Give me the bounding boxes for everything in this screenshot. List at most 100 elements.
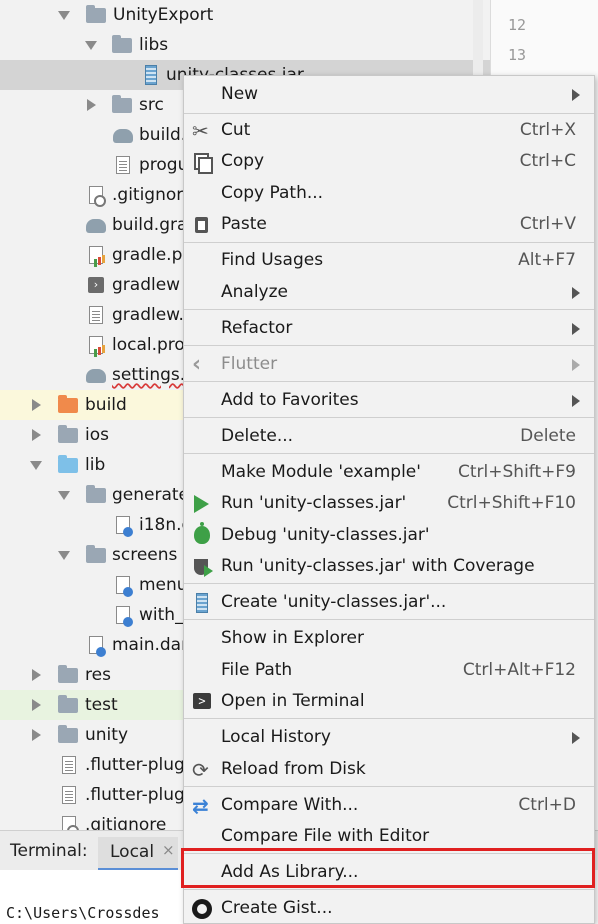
chevron-right-icon[interactable] bbox=[32, 729, 41, 741]
menu-item-file-path[interactable]: File Path Ctrl+Alt+F12 bbox=[184, 655, 594, 686]
paste-icon bbox=[192, 215, 212, 235]
tree-label: res bbox=[85, 665, 111, 685]
menu-separator bbox=[184, 786, 594, 787]
menu-item-delete[interactable]: Delete... Delete bbox=[184, 421, 594, 452]
menu-item-add-to-favorites[interactable]: Add to Favorites bbox=[184, 385, 594, 416]
menu-item-new[interactable]: New bbox=[184, 79, 594, 110]
menu-separator bbox=[184, 889, 594, 890]
coverage-icon bbox=[192, 557, 213, 577]
menu-item-copy-path[interactable]: Copy Path... bbox=[184, 178, 594, 209]
menu-separator bbox=[184, 113, 594, 114]
tree-label: screens bbox=[112, 545, 178, 565]
terminal-tab-label: Local bbox=[110, 842, 155, 862]
chevron-down-icon[interactable] bbox=[58, 491, 70, 500]
menu-item-make-module[interactable]: Make Module 'example' Ctrl+Shift+F9 bbox=[184, 457, 594, 488]
menu-item-compare-with[interactable]: ⇄ Compare With... Ctrl+D bbox=[184, 790, 594, 821]
dart-file-icon bbox=[116, 576, 133, 597]
menu-shortcut: Ctrl+V bbox=[519, 214, 576, 234]
line-number: 12 bbox=[508, 16, 527, 34]
menu-label: Refactor bbox=[221, 318, 293, 338]
tree-row-unityexport[interactable]: UnityExport bbox=[0, 0, 490, 30]
file-icon bbox=[89, 306, 103, 324]
menu-shortcut: Delete bbox=[520, 426, 576, 446]
tree-label: libs bbox=[139, 35, 169, 55]
tree-label: gradle.pr bbox=[112, 245, 190, 265]
tree-label: build. bbox=[139, 125, 187, 145]
chevron-down-icon[interactable] bbox=[30, 461, 42, 470]
menu-label: Cut bbox=[221, 120, 251, 140]
menu-item-flutter[interactable]: ‹ Flutter bbox=[184, 349, 594, 380]
menu-label: Reload from Disk bbox=[221, 759, 366, 779]
chevron-right-icon[interactable] bbox=[32, 699, 41, 711]
menu-shortcut: Alt+F7 bbox=[518, 250, 576, 270]
tree-label: gradlew bbox=[112, 275, 181, 295]
chevron-down-icon[interactable] bbox=[58, 551, 70, 560]
menu-item-debug[interactable]: Debug 'unity-classes.jar' bbox=[184, 520, 594, 551]
chevron-down-icon[interactable] bbox=[85, 41, 97, 50]
tree-label: .gitignore bbox=[85, 815, 167, 830]
folder-icon bbox=[58, 425, 78, 443]
menu-item-create-config[interactable]: Create 'unity-classes.jar'... bbox=[184, 587, 594, 618]
menu-label: Copy bbox=[221, 151, 265, 171]
menu-separator bbox=[184, 417, 594, 418]
properties-icon bbox=[89, 246, 105, 264]
terminal-file-icon: › bbox=[88, 277, 104, 293]
debug-icon bbox=[194, 522, 210, 544]
menu-label: Show in Explorer bbox=[221, 628, 364, 648]
tree-label: build.gra bbox=[112, 215, 188, 235]
folder-icon bbox=[58, 665, 78, 683]
menu-label: Open in Terminal bbox=[221, 691, 365, 711]
terminal-prompt: C:\Users\Crossdes bbox=[6, 904, 160, 922]
menu-item-find-usages[interactable]: Find Usages Alt+F7 bbox=[184, 245, 594, 276]
menu-item-run-with-coverage[interactable]: Run 'unity-classes.jar' with Coverage bbox=[184, 551, 594, 582]
folder-icon bbox=[112, 95, 132, 113]
folder-icon bbox=[86, 485, 106, 503]
chevron-down-icon[interactable] bbox=[58, 11, 70, 20]
gradle-icon bbox=[113, 129, 133, 143]
dart-file-icon bbox=[116, 606, 133, 627]
tree-label: .gitignore bbox=[112, 185, 194, 205]
tree-row-libs[interactable]: libs bbox=[0, 30, 490, 60]
chevron-right-icon[interactable] bbox=[32, 669, 41, 681]
tree-label: generate bbox=[112, 485, 190, 505]
properties-icon bbox=[89, 336, 105, 354]
copy-icon bbox=[192, 152, 213, 174]
menu-item-create-gist[interactable]: Create Gist... bbox=[184, 893, 594, 924]
terminal-tab-local[interactable]: Local × bbox=[98, 837, 178, 871]
jar-config-icon bbox=[196, 593, 208, 613]
terminal-title: Terminal: bbox=[10, 841, 88, 861]
terminal-icon: > bbox=[193, 693, 211, 709]
menu-item-show-in-explorer[interactable]: Show in Explorer bbox=[184, 623, 594, 654]
menu-label: Add to Favorites bbox=[221, 390, 359, 410]
menu-item-open-in-terminal[interactable]: > Open in Terminal bbox=[184, 686, 594, 717]
chevron-right-icon[interactable] bbox=[32, 399, 41, 411]
menu-label: Compare File with Editor bbox=[221, 826, 430, 846]
submenu-arrow-icon bbox=[572, 359, 580, 371]
tree-label: test bbox=[85, 695, 118, 715]
menu-label: Find Usages bbox=[221, 250, 324, 270]
menu-item-copy[interactable]: Copy Ctrl+C bbox=[184, 146, 594, 177]
jar-icon bbox=[145, 65, 157, 85]
github-icon bbox=[192, 899, 212, 919]
tree-label: progu bbox=[139, 155, 189, 175]
menu-item-run[interactable]: Run 'unity-classes.jar' Ctrl+Shift+F10 bbox=[184, 488, 594, 519]
menu-separator bbox=[184, 381, 594, 382]
menu-item-refactor[interactable]: Refactor bbox=[184, 313, 594, 344]
menu-item-local-history[interactable]: Local History bbox=[184, 722, 594, 753]
menu-separator bbox=[184, 309, 594, 310]
menu-label: Debug 'unity-classes.jar' bbox=[221, 525, 430, 545]
close-icon[interactable]: × bbox=[162, 841, 175, 859]
menu-item-reload-from-disk[interactable]: ⟳ Reload from Disk bbox=[184, 754, 594, 785]
menu-item-paste[interactable]: Paste Ctrl+V bbox=[184, 209, 594, 240]
chevron-right-icon[interactable] bbox=[87, 99, 96, 111]
menu-item-cut[interactable]: ✂ Cut Ctrl+X bbox=[184, 115, 594, 146]
submenu-arrow-icon bbox=[572, 89, 580, 101]
tree-label: .flutter-plugi bbox=[85, 755, 190, 775]
file-icon bbox=[62, 756, 76, 774]
tree-label: .flutter-plugi bbox=[85, 785, 190, 805]
menu-separator bbox=[184, 242, 594, 243]
tree-label: ios bbox=[85, 425, 109, 445]
menu-item-analyze[interactable]: Analyze bbox=[184, 277, 594, 308]
menu-shortcut: Ctrl+C bbox=[519, 151, 576, 171]
chevron-right-icon[interactable] bbox=[32, 429, 41, 441]
